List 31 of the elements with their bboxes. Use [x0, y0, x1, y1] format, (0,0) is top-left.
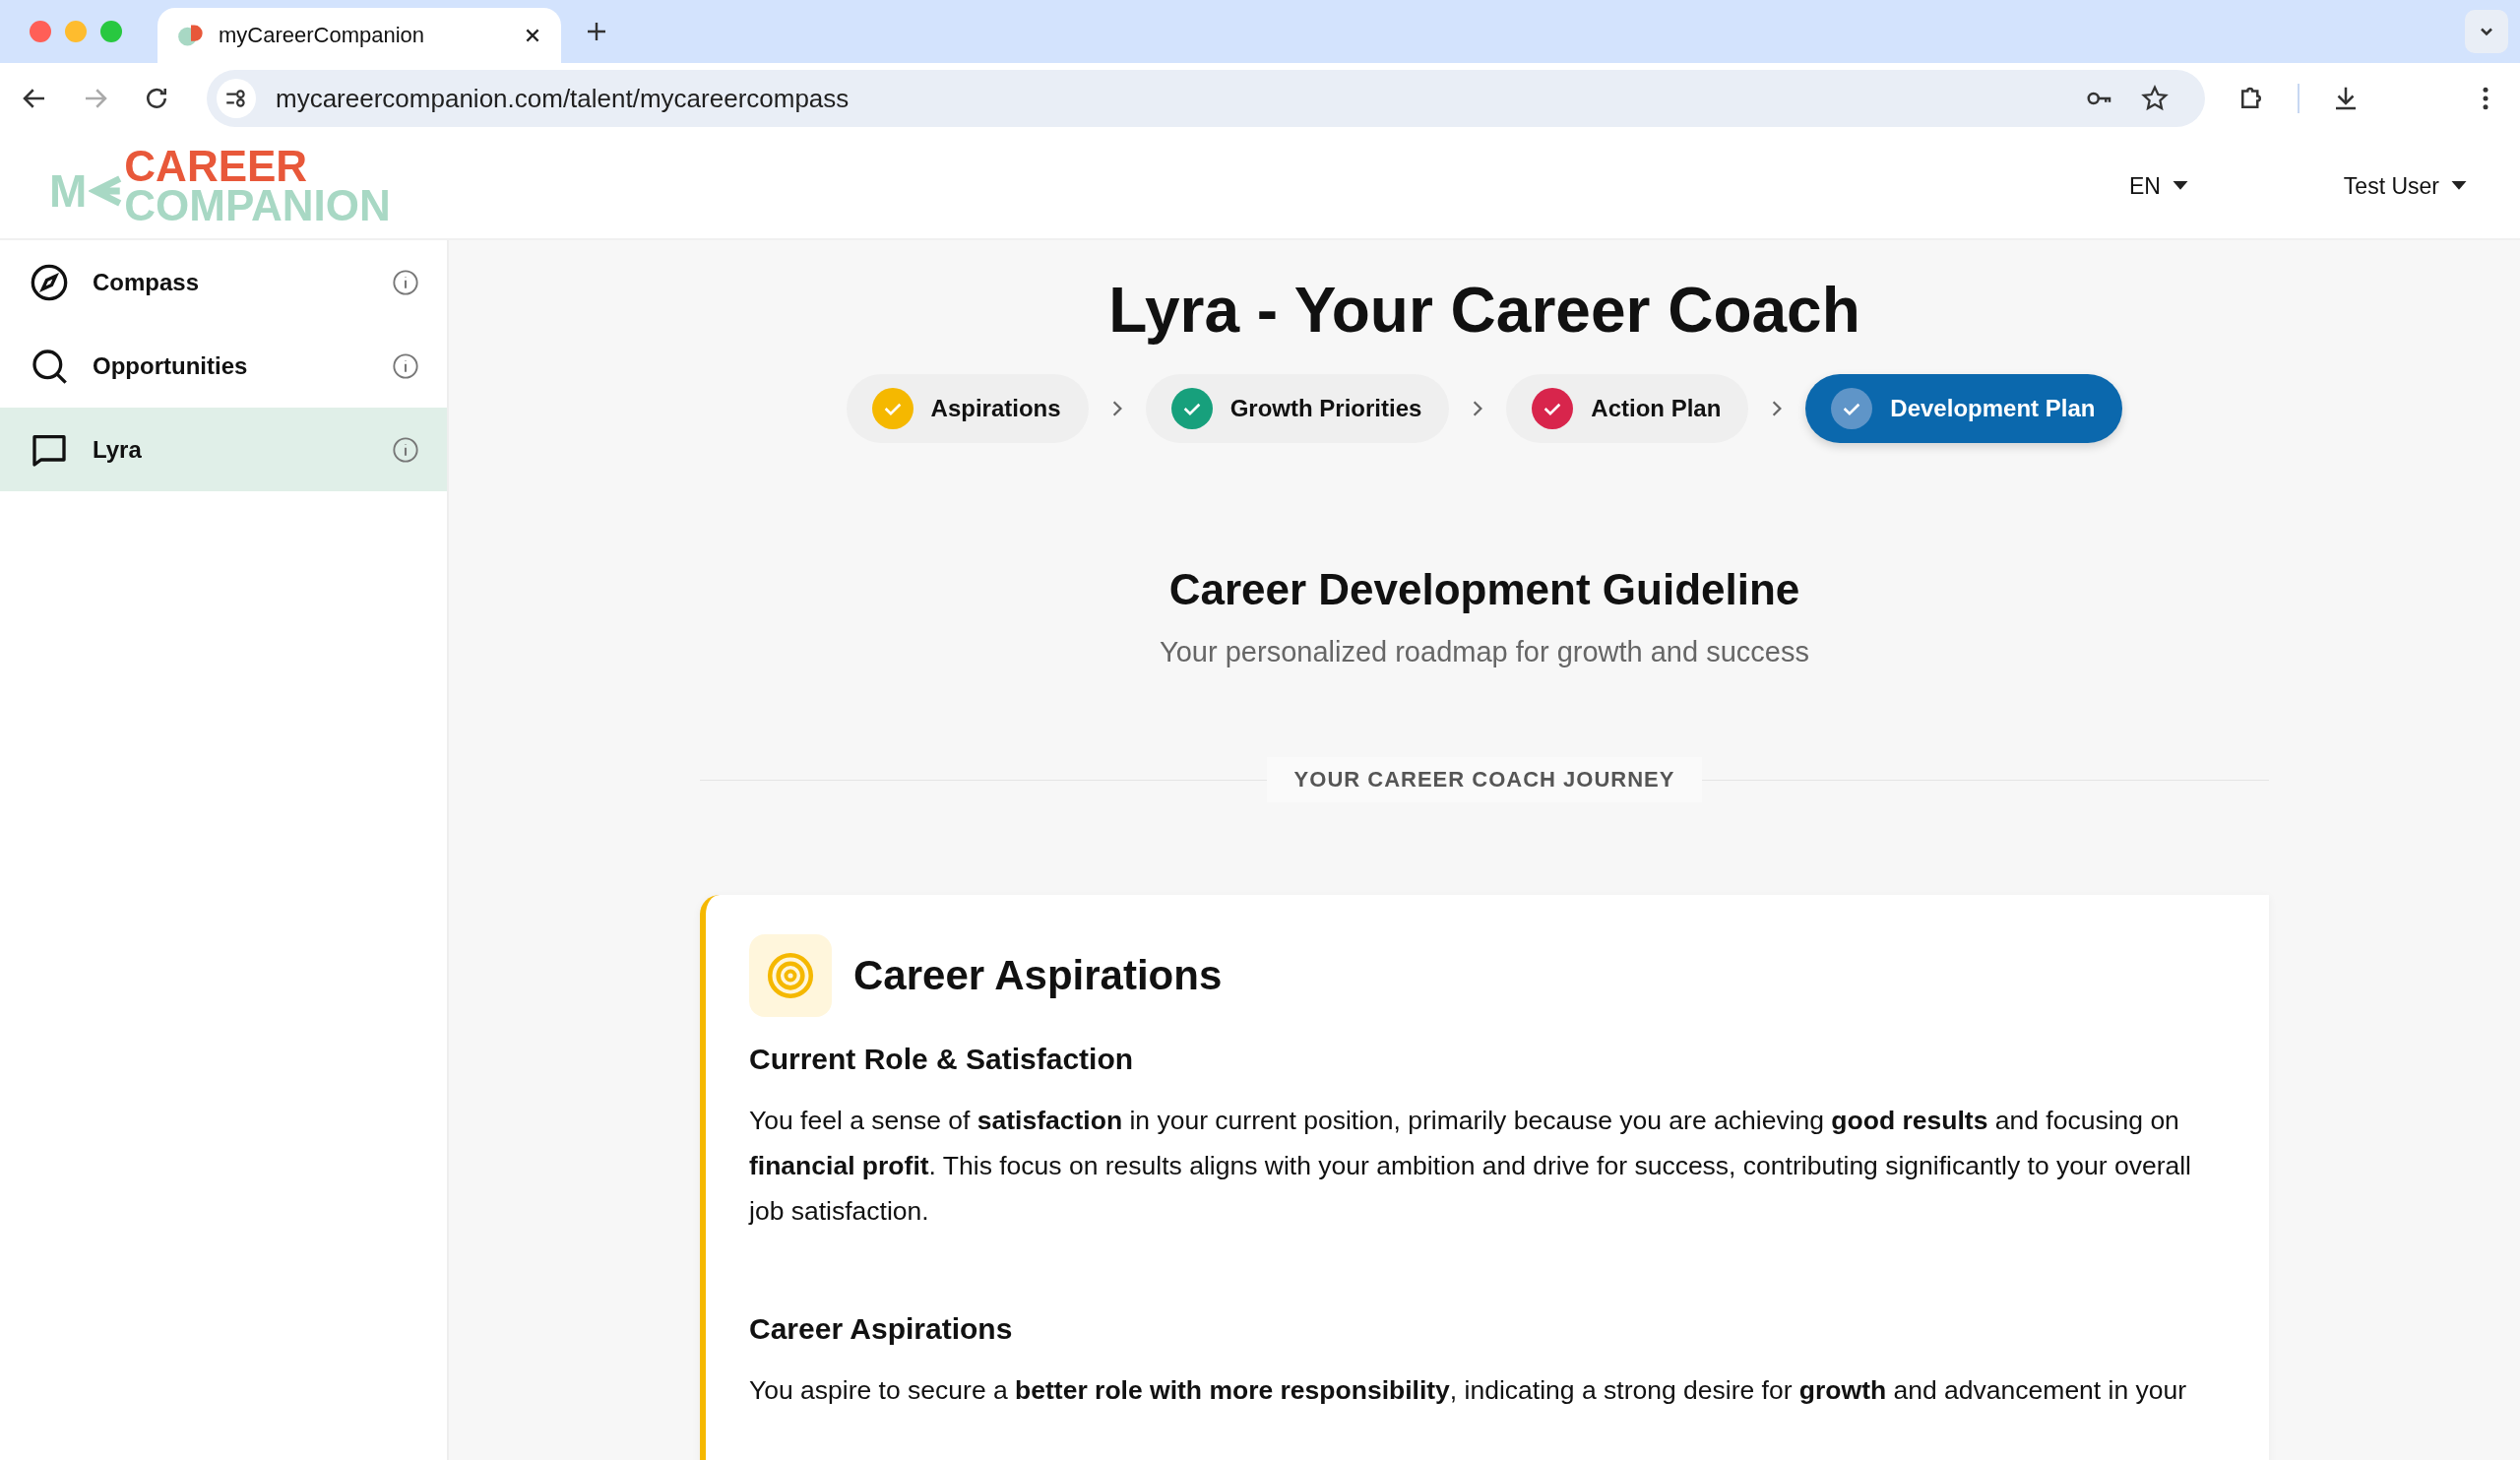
section-heading: Current Role & Satisfaction — [749, 1043, 1135, 1076]
step-tab[interactable]: Action Plan — [1506, 374, 1749, 443]
info-icon[interactable] — [392, 435, 419, 464]
info-icon[interactable] — [392, 351, 419, 380]
info-icon[interactable] — [392, 268, 419, 296]
compass-icon — [30, 262, 69, 302]
sidebar-item[interactable]: Compass — [0, 240, 447, 324]
new-tab-icon[interactable] — [585, 20, 608, 43]
sidebar-item[interactable]: Opportunities — [0, 324, 447, 408]
card-title: Career Aspirations — [853, 952, 1223, 999]
section-heading: Career Aspirations — [749, 1312, 1014, 1346]
caret-icon — [2172, 181, 2188, 191]
tab-search-button[interactable] — [2465, 10, 2508, 53]
section-paragraph: You aspire to secure a better role with more responsibility, indicating a strong desire for growth and advancement in your — [749, 1374, 2188, 1407]
language-dropdown[interactable]: EN — [2124, 168, 2192, 204]
user-menu[interactable]: Test User — [2339, 168, 2471, 204]
browser-tab[interactable]: myCareerCompanion — [158, 8, 561, 63]
star-icon[interactable] — [2140, 84, 2170, 113]
caret-icon — [2451, 181, 2467, 191]
step-tab[interactable]: Growth Priorities — [1145, 374, 1450, 443]
target-icon — [749, 934, 832, 1017]
guideline-title: Career Development Guideline — [1168, 565, 1800, 614]
step-tab[interactable]: Development Plan — [1805, 374, 2123, 443]
sidebar-item[interactable]: Lyra — [0, 408, 447, 491]
section-paragraph: You feel a sense of satisfaction in your current position, primarily because you are achieving good results and focusing on financial profit. This focus on results aligns with your ambition and drive for success, contributing significantly to your overall job satisfaction. — [749, 1105, 2192, 1228]
step-tab[interactable]: Aspirations — [846, 374, 1089, 443]
close-icon[interactable] — [524, 27, 541, 44]
guideline-subtitle: Your personalized roadmap for growth and success — [1160, 636, 1809, 668]
site-settings-icon[interactable] — [217, 79, 256, 118]
page-title: Lyra - Your Career Coach — [1108, 274, 1860, 347]
address-bar[interactable]: mycareercompanion.com/talent/mycareercompass — [207, 70, 2205, 127]
